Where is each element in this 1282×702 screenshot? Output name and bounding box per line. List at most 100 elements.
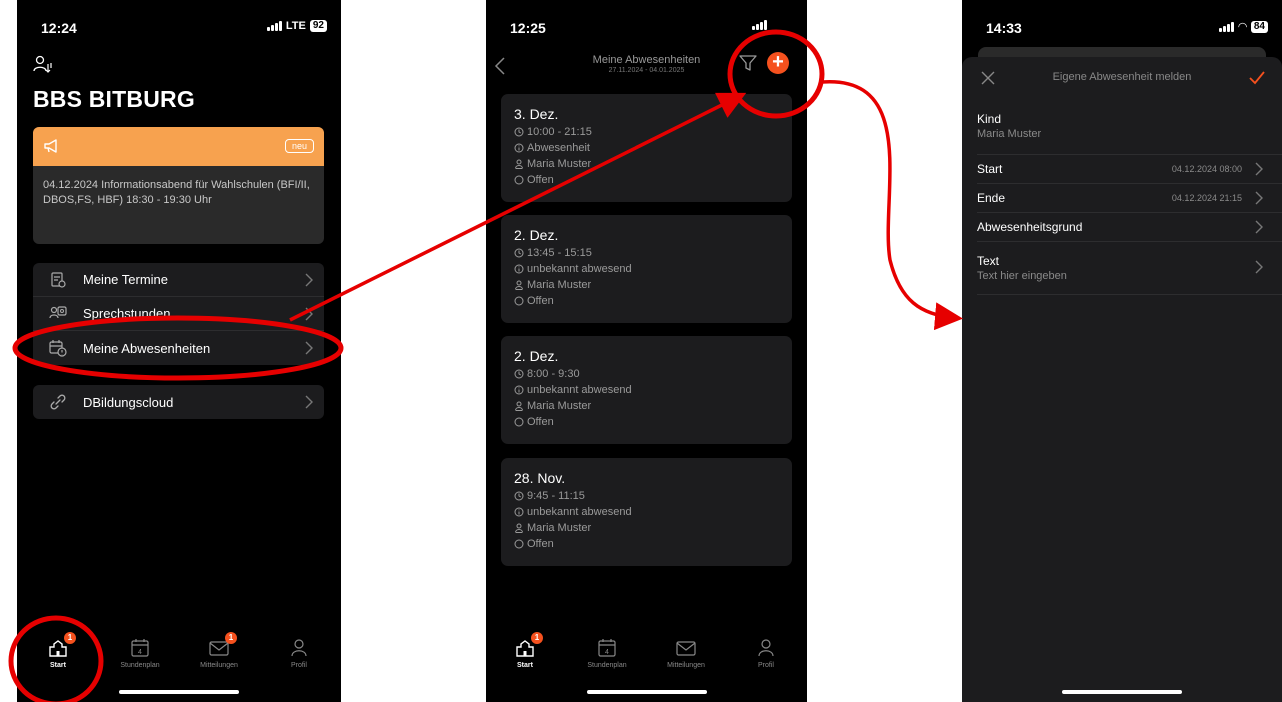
absence-time-text: 8:00 - 9:30 (527, 368, 580, 380)
absence-type: unbekannt abwesend (514, 261, 779, 277)
person-icon (756, 638, 776, 658)
absence-status: Offen (514, 414, 779, 430)
tab-stundenplan[interactable]: 4 Stundenplan (105, 638, 175, 669)
phone-report-absence: 14:33 ◠ 84 Eigene Abwesenheit melden Kin… (962, 0, 1282, 702)
calendar-day: 4 (138, 649, 142, 656)
status-time: 12:24 (41, 20, 77, 36)
absence-card[interactable]: 28. Nov. 9:45 - 11:15 unbekannt abwesend Ma… (501, 458, 792, 566)
status-circle-icon (514, 539, 524, 549)
absence-type-text: unbekannt abwesend (527, 263, 632, 275)
absence-status: Offen (514, 172, 779, 188)
text-field[interactable]: Text Text hier eingeben (977, 242, 1282, 295)
appointments-icon (51, 272, 66, 288)
calendar-icon: 4 (130, 638, 150, 658)
menu-item-appointments[interactable]: Meine Termine (33, 263, 324, 297)
absence-time: 8:00 - 9:30 (514, 366, 779, 382)
signal-icon (266, 21, 282, 31)
wifi-icon: ◠ (1238, 21, 1247, 33)
absence-time-text: 10:00 - 21:15 (527, 126, 592, 138)
absence-status-text: Offen (527, 295, 554, 307)
confirm-check-icon[interactable] (1248, 69, 1266, 87)
tab-mitteilungen[interactable]: Mitteilungen (651, 638, 721, 669)
home-indicator (1062, 690, 1182, 694)
tab-label: Profil (291, 662, 307, 669)
tab-start[interactable]: 1 Start (490, 632, 560, 669)
child-label: Kind (977, 112, 1002, 126)
main-menu: Meine Termine Sprechstunden Meine Abwese… (33, 263, 324, 365)
tab-label: Mitteilungen (200, 662, 238, 669)
announcement-text: 04.12.2024 Informationsabend für Wahlsch… (43, 179, 310, 206)
absence-card[interactable]: 2. Dez. 13:45 - 15:15 unbekannt abwesend Ma… (501, 215, 792, 323)
absence-person: Maria Muster (514, 398, 779, 414)
reason-field[interactable]: Abwesenheitsgrund (977, 213, 1282, 242)
text-placeholder: Text hier eingeben (977, 270, 1067, 282)
absence-date: 2. Dez. (514, 348, 559, 364)
absence-status-text: Offen (527, 416, 554, 428)
info-icon (514, 143, 524, 153)
absence-person-text: Maria Muster (527, 400, 592, 412)
network-label: LTE (285, 20, 306, 32)
absence-person-text: Maria Muster (527, 158, 592, 170)
switch-user-icon[interactable] (33, 54, 53, 74)
child-icon (515, 523, 523, 533)
add-absence-button[interactable]: + (767, 52, 789, 74)
chevron-right-icon (1255, 162, 1263, 176)
tab-badge: 1 (531, 632, 543, 644)
tab-start[interactable]: 1 Start (23, 632, 93, 669)
absence-status-text: Offen (527, 174, 554, 186)
absence-card[interactable]: 2. Dez. 8:00 - 9:30 unbekannt abwesend Mari… (501, 336, 792, 444)
school-title: BBS BITBURG (33, 86, 195, 112)
tab-stundenplan[interactable]: 4 Stundenplan (572, 638, 642, 669)
filter-icon[interactable] (739, 54, 757, 72)
menu-item-label: Meine Abwesenheiten (83, 340, 211, 356)
status-indicators: ◠ 84 (1219, 20, 1268, 33)
status-indicators (752, 20, 767, 30)
tab-badge: 1 (225, 632, 237, 644)
school-icon: 1 (48, 632, 76, 658)
status-time: 12:25 (510, 20, 546, 36)
absence-card[interactable]: 3. Dez. 10:00 - 21:15 Abwesenheit Maria Mus… (501, 94, 792, 202)
start-value: 04.12.2024 08:00 (1171, 164, 1242, 174)
menu-item-dbildungscloud[interactable]: DBildungscloud (33, 385, 324, 419)
status-time: 14:33 (986, 20, 1022, 36)
absence-type-text: Abwesenheit (527, 142, 590, 154)
text-label: Text (977, 254, 1000, 268)
menu-item-label: Meine Termine (83, 272, 169, 287)
home-indicator (586, 690, 707, 694)
status-circle-icon (514, 417, 524, 427)
tab-profil[interactable]: Profil (264, 638, 334, 669)
consultation-icon (49, 306, 67, 319)
signal-icon (1219, 21, 1235, 32)
tab-label: Profil (758, 662, 774, 669)
tab-profil[interactable]: Profil (731, 638, 801, 669)
menu-item-consultation[interactable]: Sprechstunden (33, 297, 324, 331)
info-icon (514, 507, 524, 517)
absence-date: 3. Dez. (514, 106, 559, 122)
person-icon (289, 638, 309, 658)
calendar-icon: 4 (597, 638, 617, 658)
menu-item-absences[interactable]: Meine Abwesenheiten (33, 331, 324, 365)
absence-type: Abwesenheit (514, 140, 779, 156)
menu-item-label: Sprechstunden (83, 306, 171, 321)
home-indicator (119, 690, 239, 694)
mail-icon (676, 638, 696, 658)
clock-icon (514, 491, 524, 501)
page-title: Meine Abwesenheiten (592, 54, 701, 66)
clock-icon (514, 369, 524, 379)
absence-status: Offen (514, 293, 779, 309)
calendar-day: 4 (605, 649, 609, 656)
announcement-card[interactable]: neu 04.12.2024 Informationsabend für Wah… (33, 127, 324, 244)
absences-icon (49, 340, 67, 357)
announcement-header: neu (33, 127, 324, 166)
menu-item-label: DBildungscloud (83, 394, 174, 410)
tab-mitteilungen[interactable]: 1 Mitteilungen (184, 632, 254, 669)
absence-type-text: unbekannt abwesend (527, 506, 632, 518)
child-value: Maria Muster (977, 128, 1042, 140)
end-field[interactable]: Ende 04.12.2024 21:15 (977, 184, 1282, 213)
start-field[interactable]: Start 04.12.2024 08:00 (977, 155, 1282, 184)
sheet-title: Eigene Abwesenheit melden (1052, 71, 1192, 83)
tab-label: Mitteilungen (667, 662, 705, 669)
clock-icon (514, 127, 524, 137)
battery-icon: 92 (309, 20, 327, 32)
chevron-right-icon (305, 341, 313, 355)
